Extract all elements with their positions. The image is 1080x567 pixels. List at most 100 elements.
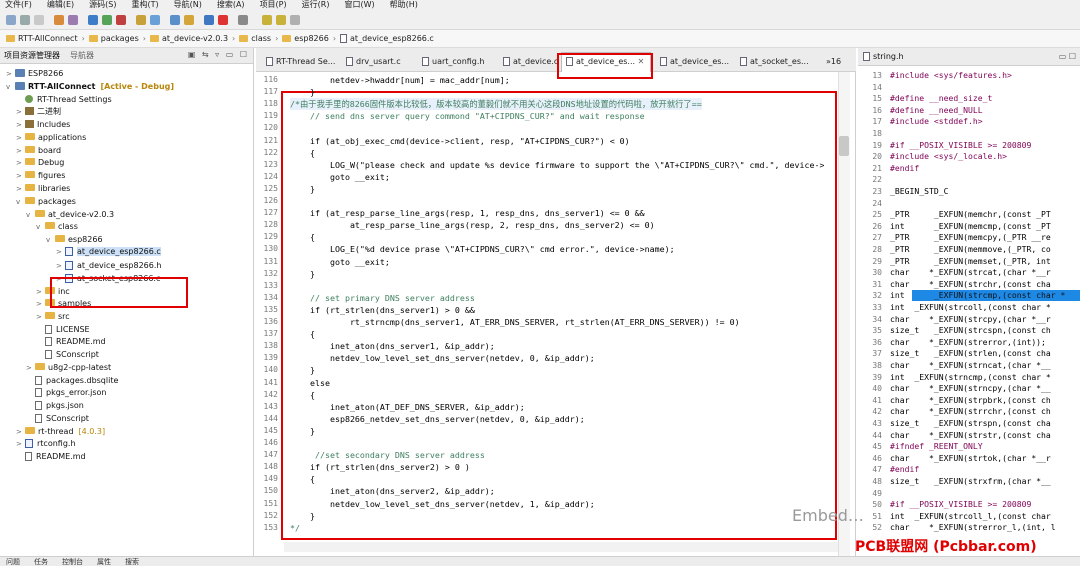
menu-item[interactable]: 导航(N) (174, 0, 202, 10)
breadcrumb-item[interactable]: at_device_esp8266.c (350, 34, 434, 43)
tree-toggle-icon[interactable]: v (26, 209, 35, 222)
tab-string-h[interactable]: string.h (873, 52, 904, 61)
bottom-tab[interactable]: 任务 (34, 557, 48, 566)
tree-item[interactable]: SConscript (26, 412, 89, 425)
editor-tab[interactable]: at_socket_es... (736, 54, 818, 70)
scrollbar-thumb[interactable] (839, 136, 849, 156)
tree-item[interactable]: > at_device_esp8266.c (56, 245, 161, 258)
menu-item[interactable]: 源码(S) (89, 0, 116, 10)
menu-item[interactable]: 搜索(A) (217, 0, 245, 10)
tree-toggle-icon[interactable]: > (56, 246, 65, 259)
editor-tab[interactable]: uart_config.h (418, 54, 496, 70)
tree-item[interactable]: > src (36, 310, 70, 323)
menu-item[interactable]: 项目(P) (260, 0, 287, 10)
forward-icon[interactable] (276, 15, 286, 25)
bottom-tab[interactable]: 控制台 (62, 557, 83, 566)
project-explorer-tabs: 项目资源管理器 导航器 ▣ ⇆ ▿ ▭ ☐ (0, 48, 253, 64)
tree-item[interactable]: > Includes (16, 118, 70, 131)
tree-item[interactable]: v class (36, 220, 78, 233)
menu-item[interactable]: 文件(F) (5, 0, 32, 10)
menu-item[interactable]: 运行(R) (302, 0, 330, 10)
stop-icon[interactable] (218, 15, 228, 25)
menu-item[interactable]: 重构(T) (131, 0, 158, 10)
bottom-tab[interactable]: 搜索 (125, 557, 139, 566)
tree-item[interactable]: SConscript (36, 348, 99, 361)
folder-icon[interactable] (136, 15, 146, 25)
settings-icon[interactable] (68, 15, 78, 25)
tree-item[interactable]: pkgs.json (26, 399, 84, 412)
tree-toggle-icon[interactable]: v (16, 196, 25, 209)
code-line: char *_EXFUN(strerror,(int)); (890, 336, 1046, 347)
tree-item[interactable]: > applications (16, 131, 86, 144)
tree-item[interactable]: > libraries (16, 182, 70, 195)
breadcrumb-item[interactable]: esp8266 (294, 34, 329, 43)
editor-tab-label: at_device.c (513, 57, 559, 66)
tree-item-label: Includes (37, 120, 71, 129)
code-line: char *_EXFUN(strcpy,(char *__r (890, 313, 1051, 324)
tab-navigator[interactable]: 导航器 (70, 50, 94, 61)
breadcrumb: RTT-AllConnect › packages › at_device-v2.0.3… (0, 30, 1080, 48)
new-icon[interactable] (6, 15, 16, 25)
breadcrumb-item[interactable]: at_device-v2.0.3 (162, 34, 228, 43)
tab-project-explorer[interactable]: 项目资源管理器 (4, 50, 60, 61)
terminal-icon[interactable] (170, 15, 180, 25)
tree-item[interactable]: > ESP8266 (6, 67, 63, 80)
breadcrumb-item[interactable]: packages (101, 34, 139, 43)
editor-tab[interactable]: at_device.c (499, 54, 559, 70)
run-icon[interactable] (102, 15, 112, 25)
back-icon[interactable] (262, 15, 272, 25)
menu-item[interactable]: 帮助(H) (390, 0, 418, 10)
panel-controls-icon[interactable]: ▣ ⇆ ▿ ▭ ☐ (188, 50, 249, 59)
chevron-down-icon[interactable] (238, 15, 248, 25)
editor-tab[interactable]: drv_usart.c (342, 54, 416, 70)
tree-toggle-icon[interactable]: v (36, 221, 45, 234)
breadcrumb-item[interactable]: class (251, 34, 271, 43)
save-icon[interactable] (20, 15, 30, 25)
download-icon[interactable] (116, 15, 126, 25)
tree-item[interactable]: pkgs_error.json (26, 386, 107, 399)
tree-item[interactable]: > Debug (16, 156, 64, 169)
code-line: char *_EXFUN(strpbrk,(const ch (890, 394, 1051, 405)
debug-icon[interactable] (88, 15, 98, 25)
tree-item[interactable]: README.md (16, 450, 86, 463)
code-line: _PTR _EXFUN(memcpy,(_PTR __re (890, 232, 1051, 243)
menu-item[interactable]: 编辑(E) (47, 0, 74, 10)
code-line: */ (290, 522, 300, 533)
tree-item[interactable]: v packages (16, 195, 76, 208)
tree-item[interactable]: > at_device_esp8266.h (56, 259, 161, 272)
tree-toggle-icon[interactable]: v (6, 81, 15, 94)
horizontal-scrollbar[interactable] (284, 542, 838, 552)
tree-item-label: Debug (38, 158, 65, 167)
file-icon (35, 414, 42, 423)
line-number: 18 (872, 129, 882, 138)
editor-tab[interactable]: at_device_es... (656, 54, 734, 70)
tree-item[interactable]: > u8g2-cpp-latest (26, 361, 111, 374)
code-line: int _EXFUN(strcoll,(const char * (890, 302, 1051, 312)
tree-item[interactable]: > figures (16, 169, 65, 182)
tree-item-label: packages (38, 197, 76, 206)
bottom-tab[interactable]: 问题 (6, 557, 20, 566)
breadcrumb-item[interactable]: RTT-AllConnect (18, 34, 78, 43)
panel-controls-icon[interactable]: ▭ ☐ (1059, 48, 1076, 66)
h-file-icon (863, 52, 870, 61)
tree-item[interactable]: v RTT-AllConnect [Active - Debug] (6, 80, 174, 93)
line-number: 45 (872, 442, 882, 452)
editor-tab[interactable]: RT-Thread Se... (262, 54, 340, 70)
tree-item[interactable]: > rtconfig.h (16, 437, 76, 450)
tree-toggle-icon[interactable]: v (46, 234, 55, 247)
menu-item[interactable]: 窗口(W) (344, 0, 374, 10)
diamond-icon[interactable] (204, 15, 214, 25)
build-icon[interactable] (54, 15, 64, 25)
folder-icon (239, 35, 249, 42)
tree-item[interactable]: README.md (36, 335, 106, 348)
bottom-tab[interactable]: 属性 (97, 557, 111, 566)
chevron-icon[interactable] (290, 15, 300, 25)
editor-tab[interactable]: »16 (822, 54, 842, 70)
tree-item[interactable]: > 二进制 (16, 105, 61, 118)
code-line: LOG_W("please check and update %s device… (290, 159, 825, 170)
line-number: 150 (263, 486, 278, 496)
tree-item-label: README.md (36, 452, 86, 461)
save-all-icon[interactable] (34, 15, 44, 25)
search-icon[interactable] (150, 15, 160, 25)
flash-icon[interactable] (184, 15, 194, 25)
